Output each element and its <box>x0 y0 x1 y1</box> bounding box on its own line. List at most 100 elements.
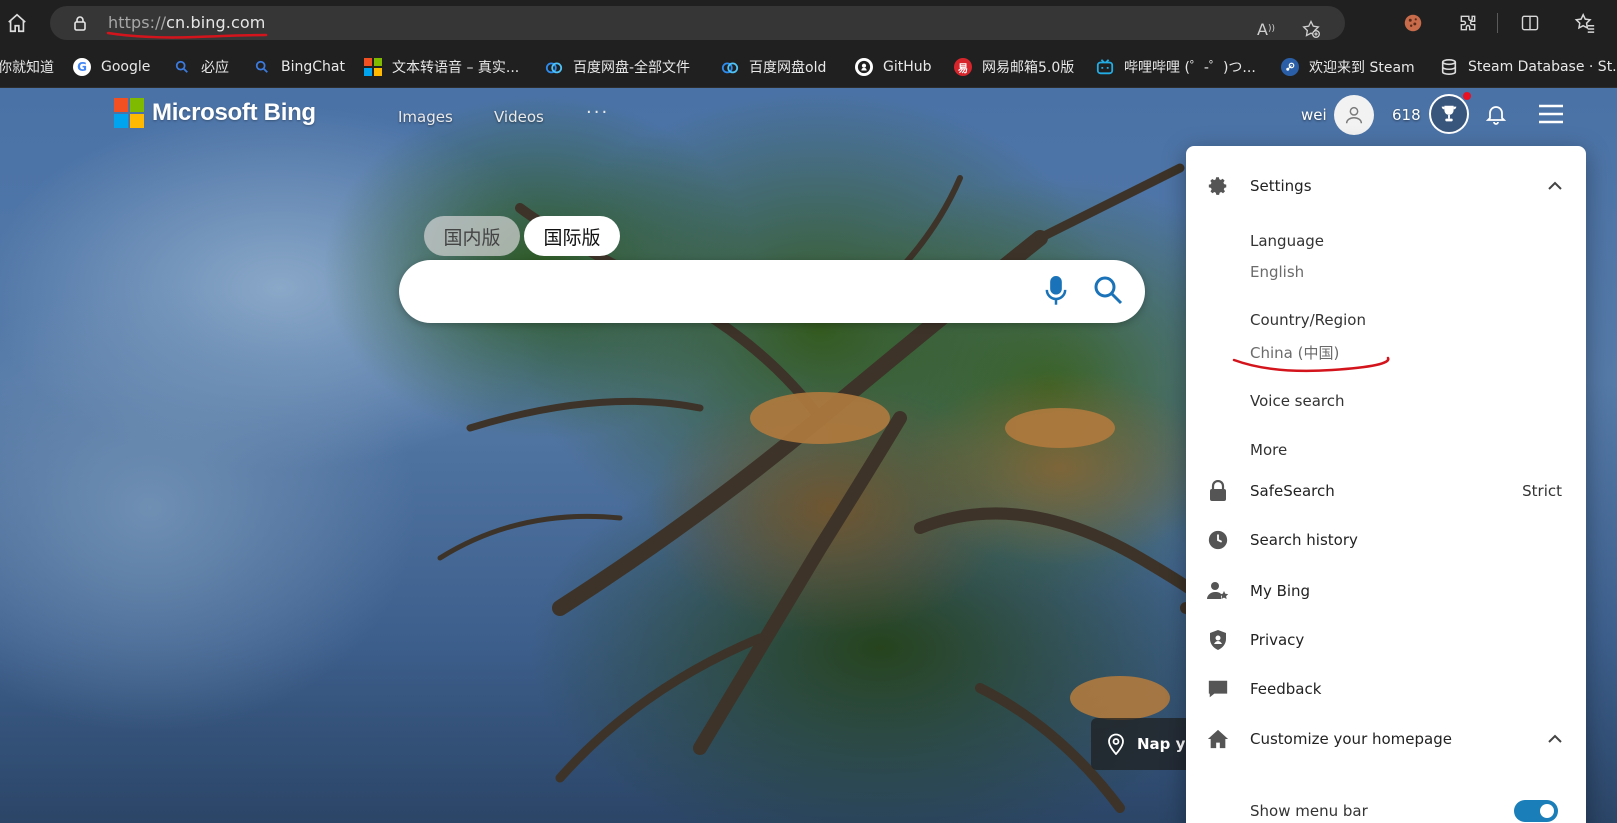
favorite-item-biying[interactable]: 必应 <box>173 55 229 79</box>
customize-homepage-label: Customize your homepage <box>1250 730 1452 748</box>
favorite-item-steam[interactable]: 欢迎来到 Steam <box>1281 55 1415 79</box>
settings-panel: Settings Language English Country/Region… <box>1186 146 1586 823</box>
bilibili-icon <box>1096 58 1114 76</box>
favorite-item-baidu-pan-old[interactable]: 百度网盘old <box>721 55 826 79</box>
browser-toolbar: https://cn.bing.com A)) <box>0 0 1617 46</box>
favorite-label: 网易邮箱5.0版 <box>982 60 1075 76</box>
favorite-label: 必应 <box>201 60 229 76</box>
microsoft-icon <box>364 58 382 76</box>
location-label: Nap y <box>1137 735 1186 753</box>
shield-icon <box>1206 628 1230 652</box>
rewards-trophy-icon[interactable] <box>1429 94 1469 134</box>
lock-icon[interactable] <box>72 15 88 31</box>
avatar[interactable] <box>1334 95 1374 135</box>
chevron-up-icon[interactable] <box>1546 177 1564 195</box>
google-icon: G <box>73 58 91 76</box>
favorite-label: 百度网盘-全部文件 <box>573 60 691 76</box>
customize-homepage-item[interactable]: Customize your homepage <box>1186 721 1586 757</box>
lock-icon <box>1206 479 1230 503</box>
image-location-chip[interactable]: Nap y <box>1091 718 1201 770</box>
microphone-icon[interactable] <box>1042 275 1070 307</box>
nav-more[interactable]: ··· <box>586 102 609 123</box>
gear-icon <box>1206 174 1230 198</box>
favorite-label: Google <box>101 59 151 75</box>
safesearch-item[interactable]: SafeSearch Strict <box>1186 473 1586 509</box>
hamburger-menu-icon[interactable] <box>1537 102 1565 126</box>
clock-icon <box>1206 528 1230 552</box>
favorite-item-bilibili[interactable]: 哔哩哔哩 (゜-゜)つ... <box>1096 55 1256 79</box>
favorite-item-steamdb[interactable]: Steam Database · St... <box>1440 55 1617 79</box>
tab-international-version[interactable]: 国际版 <box>524 216 620 256</box>
location-pin-icon <box>1108 733 1124 755</box>
show-menu-bar-label: Show menu bar <box>1250 802 1368 820</box>
reward-points[interactable]: 618 <box>1392 106 1421 124</box>
url-annotation-underline <box>106 31 268 39</box>
favorite-label: 你就知道 <box>0 60 54 76</box>
github-icon <box>855 58 873 76</box>
favorite-item-google[interactable]: G Google <box>73 55 150 79</box>
favorite-label: Steam Database · St... <box>1468 59 1617 75</box>
favorite-item-tts[interactable]: 文本转语音 – 真实... <box>364 55 519 79</box>
privacy-label: Privacy <box>1250 631 1305 649</box>
extensions-icon[interactable] <box>1455 10 1481 36</box>
baidu-cloud-icon <box>545 58 563 76</box>
favorites-icon[interactable] <box>1572 10 1598 36</box>
search-input[interactable] <box>425 274 1015 308</box>
my-bing-item[interactable]: My Bing <box>1186 573 1586 609</box>
feedback-item[interactable]: Feedback <box>1186 671 1586 707</box>
split-screen-icon[interactable] <box>1517 10 1543 36</box>
settings-label: Settings <box>1250 177 1312 195</box>
search-icon <box>173 58 191 76</box>
region-annotation-underline <box>1232 356 1390 373</box>
favorite-item-netease-mail[interactable]: 易网易邮箱5.0版 <box>954 55 1074 79</box>
bing-logo[interactable]: Microsoft Bing <box>114 98 316 128</box>
search-history-item[interactable]: Search history <box>1186 522 1586 558</box>
baidu-cloud-icon <box>721 58 739 76</box>
favorite-label: 百度网盘old <box>749 60 827 76</box>
favorite-label: 文本转语音 – 真实... <box>392 60 520 76</box>
read-aloud-icon[interactable]: A)) <box>1255 18 1277 40</box>
favorite-label: 欢迎来到 Steam <box>1309 60 1415 76</box>
bell-icon[interactable] <box>1484 102 1508 126</box>
favorites-bar: 你就知道 G Google 必应 BingChat 文本转语音 – 真实... 百… <box>0 46 1617 88</box>
my-bing-label: My Bing <box>1250 582 1311 600</box>
search-icon[interactable] <box>1092 274 1126 308</box>
favorite-label: GitHub <box>883 59 932 75</box>
search-icon <box>253 58 271 76</box>
search-box <box>399 260 1145 323</box>
nav-videos[interactable]: Videos <box>494 108 544 126</box>
netease-icon: 易 <box>954 58 972 76</box>
safesearch-label: SafeSearch <box>1250 482 1335 500</box>
user-name[interactable]: wei <box>1301 106 1327 124</box>
home-icon[interactable] <box>4 10 30 36</box>
region-title: Country/Region <box>1250 311 1366 329</box>
favorite-item-github[interactable]: GitHub <box>855 55 932 79</box>
voice-search-item[interactable]: Voice search <box>1250 392 1345 410</box>
feedback-label: Feedback <box>1250 680 1322 698</box>
language-title: Language <box>1250 232 1325 250</box>
extension-cookie-icon[interactable] <box>1400 10 1426 36</box>
privacy-item[interactable]: Privacy <box>1186 622 1586 658</box>
favorite-item-bingchat[interactable]: BingChat <box>253 55 345 79</box>
tab-domestic-version[interactable]: 国内版 <box>424 216 520 256</box>
bing-logo-text: Microsoft Bing <box>152 99 316 126</box>
user-star-icon <box>1206 579 1230 603</box>
show-menu-bar-toggle[interactable] <box>1514 800 1558 822</box>
settings-header[interactable]: Settings <box>1186 168 1586 204</box>
add-favorite-icon[interactable] <box>1300 18 1322 40</box>
microsoft-logo-icon <box>114 98 144 128</box>
chevron-up-icon[interactable] <box>1546 730 1564 748</box>
favorite-item-baidu-pan[interactable]: 百度网盘-全部文件 <box>545 55 690 79</box>
language-value: English <box>1250 263 1305 281</box>
search-history-label: Search history <box>1250 531 1358 549</box>
safesearch-value: Strict <box>1522 482 1562 500</box>
favorite-label: 哔哩哔哩 (゜-゜)つ... <box>1124 60 1256 76</box>
nav-images[interactable]: Images <box>398 108 453 126</box>
toolbar-separator <box>1497 13 1498 33</box>
home-icon <box>1206 727 1230 751</box>
notification-dot <box>1463 92 1471 100</box>
more-settings-item[interactable]: More <box>1250 441 1287 459</box>
user-icon <box>1345 106 1363 124</box>
favorite-item[interactable]: 你就知道 <box>0 55 54 79</box>
database-icon <box>1440 58 1458 76</box>
